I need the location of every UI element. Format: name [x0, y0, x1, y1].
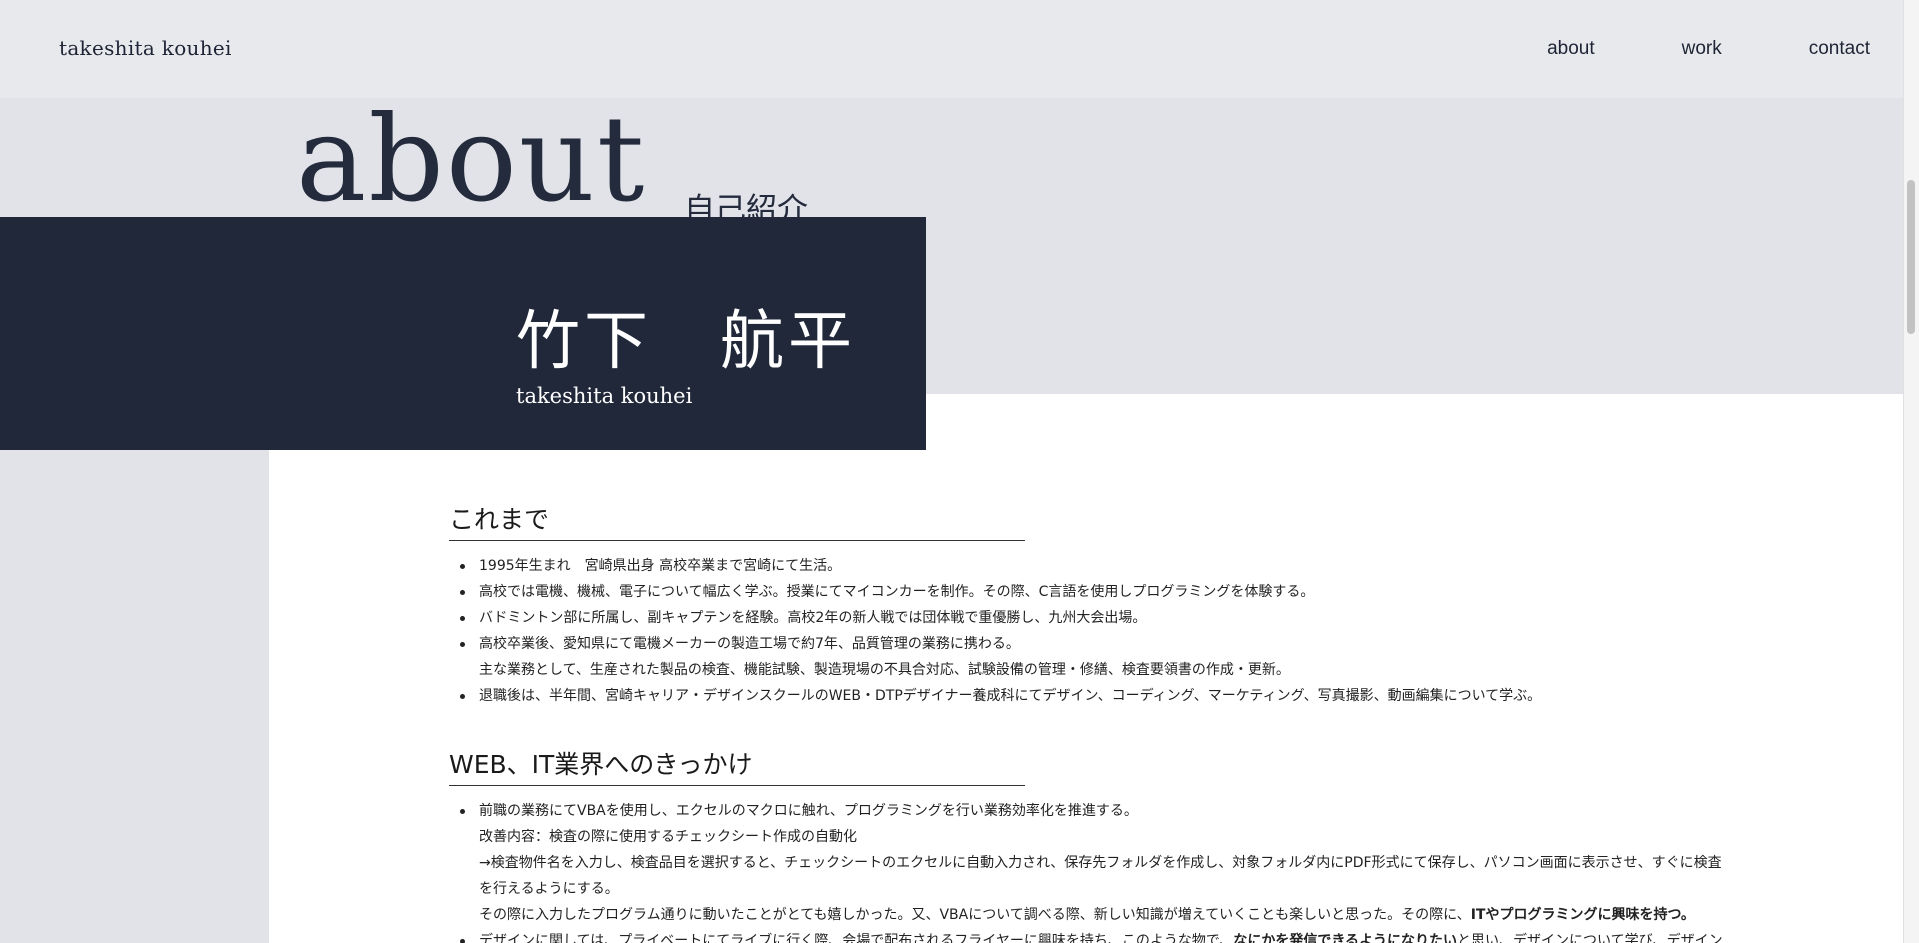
list-item-text: 高校では電機、機械、電子について幅広く学ぶ。授業にてマイコンカーを制作。その際、… — [479, 584, 1315, 600]
site-header: takeshita kouhei about work contact — [0, 0, 1904, 98]
list-item: 高校では電機、機械、電子について幅広く学ぶ。授業にてマイコンカーを制作。その際、… — [449, 579, 1729, 605]
list-item: デザインに関しては、プライベートにてライブに行く際、会場で配布されるフライヤーに… — [449, 928, 1729, 943]
vertical-scrollbar[interactable] — [1903, 0, 1919, 943]
scrollbar-thumb[interactable] — [1907, 180, 1915, 334]
list-item: 退職後は、半年間、宮崎キャリア・デザインスクールのWEB・DTPデザイナー養成科… — [449, 683, 1729, 709]
emphasis-text: なにかを発信できるようになりたい — [1233, 933, 1458, 943]
list-item-text: バドミントン部に所属し、副キャプテンを経験。高校2年の新人戦では団体戦で重優勝し… — [479, 610, 1147, 626]
text-fragment: デザインに関しては、プライベートにてライブに行く際、会場で配布されるフライヤーに… — [479, 933, 1234, 943]
nav-contact-link[interactable]: contact — [1809, 38, 1870, 60]
emphasis-text: ITやプログラミングに興味を持つ。 — [1470, 907, 1695, 923]
list-item: 1995年生まれ 宮崎県出身 高校卒業まで宮崎にて生活。 — [449, 553, 1729, 579]
list-item: 前職の業務にてVBAを使用し、エクセルのマクロに触れ、プログラミングを行い業務効… — [449, 798, 1729, 928]
list-item-text: 1995年生まれ 宮崎県出身 高校卒業まで宮崎にて生活。 — [479, 558, 842, 574]
list-item-text: その際に入力したプログラム通りに動いたことがとても嬉しかった。又、VBAについて… — [479, 902, 1729, 928]
list-item: バドミントン部に所属し、副キャプテンを経験。高校2年の新人戦では団体戦で重優勝し… — [449, 605, 1729, 631]
page: takeshita kouhei about work contact abou… — [0, 0, 1919, 943]
list-item-text: 主な業務として、生産された製品の検査、機能試験、製造現場の不具合対応、試験設備の… — [479, 662, 1290, 678]
about-heading: about — [296, 90, 647, 228]
main-nav: about work contact — [1460, 38, 1870, 60]
name-japanese: 竹下 航平 — [516, 305, 856, 379]
section-title: WEB、IT業界へのきっかけ — [449, 745, 1025, 786]
list-item-text: 高校卒業後、愛知県にて電機メーカーの製造工場で約7年、品質管理の業務に携わる。 — [479, 636, 1020, 652]
list-item-text: 退職後は、半年間、宮崎キャリア・デザインスクールのWEB・DTPデザイナー養成科… — [479, 688, 1542, 704]
motivation-list: 前職の業務にてVBAを使用し、エクセルのマクロに触れ、プログラミングを行い業務効… — [449, 798, 1729, 943]
text-fragment: その際に入力したプログラム通りに動いたことがとても嬉しかった。又、VBAについて… — [479, 907, 1471, 923]
list-item-text: 前職の業務にてVBAを使用し、エクセルのマクロに触れ、プログラミングを行い業務効… — [479, 803, 1138, 819]
name-english: takeshita kouhei — [516, 384, 693, 408]
section-motivation: WEB、IT業界へのきっかけ 前職の業務にてVBAを使用し、エクセルのマクロに触… — [449, 745, 1729, 943]
list-item: 高校卒業後、愛知県にて電機メーカーの製造工場で約7年、品質管理の業務に携わる。 … — [449, 631, 1729, 683]
section-history: これまで 1995年生まれ 宮崎県出身 高校卒業まで宮崎にて生活。 高校では電機… — [449, 500, 1729, 709]
list-item-text: →検査物件名を入力し、検査品目を選択すると、チェックシートのエクセルに自動入力さ… — [479, 855, 1722, 897]
nav-work-link[interactable]: work — [1682, 38, 1722, 60]
section-title: これまで — [449, 500, 1025, 541]
list-item-text: 改善内容：検査の際に使用するチェックシート作成の自動化 — [479, 829, 857, 845]
history-list: 1995年生まれ 宮崎県出身 高校卒業まで宮崎にて生活。 高校では電機、機械、電… — [449, 553, 1729, 709]
about-content: これまで 1995年生まれ 宮崎県出身 高校卒業まで宮崎にて生活。 高校では電機… — [449, 500, 1729, 943]
site-logo[interactable]: takeshita kouhei — [59, 36, 232, 60]
text-fragment: と思い、デザインについて学び、デザイン — [1457, 933, 1723, 943]
nav-about-link[interactable]: about — [1547, 38, 1595, 60]
